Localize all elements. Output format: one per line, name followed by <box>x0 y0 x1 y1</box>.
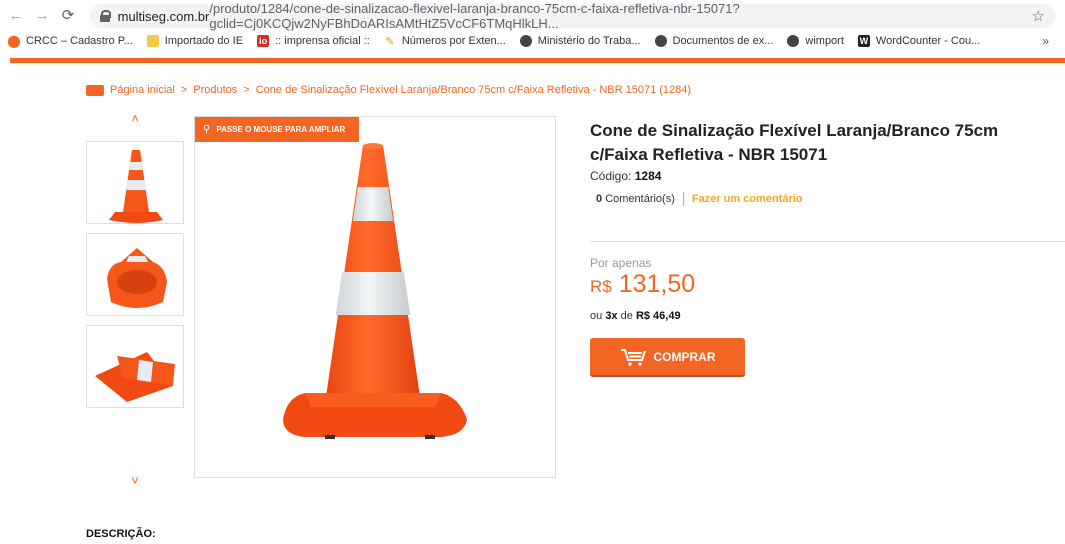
reload-icon[interactable]: ⟳ <box>58 5 78 25</box>
url-path: /produto/1284/cone-de-sinalizacao-flexiv… <box>209 1 740 31</box>
thumbnails-down-icon[interactable]: ˅ <box>86 470 184 490</box>
breadcrumb-current: Cone de Sinalização Flexível Laranja/Bra… <box>255 84 692 96</box>
breadcrumb-home[interactable]: Página inicial <box>110 84 175 96</box>
comments-count: 0 <box>596 193 603 205</box>
flag-icon: ⬤ <box>7 34 21 48</box>
bookmark-label: WordCounter - Cou... <box>875 35 981 47</box>
globe-icon <box>654 35 667 47</box>
buy-button-label: COMPRAR <box>653 349 716 364</box>
address-bar[interactable]: multiseg.com.br/produto/1284/cone-de-sin… <box>90 1 1055 31</box>
globe-icon <box>787 35 800 47</box>
bookmark-numeros[interactable]: ✎ Números por Exten... <box>383 35 506 48</box>
bookmark-ministerio[interactable]: Ministério do Traba... <box>519 35 641 47</box>
bookmark-label: Números por Exten... <box>401 35 506 47</box>
bookmark-label: CRCC – Cadastro P... <box>26 35 133 47</box>
globe-icon <box>519 35 532 47</box>
installments: ou 3x de R$ 46,49 <box>590 310 681 322</box>
bookmark-wordcounter[interactable]: W WordCounter - Cou... <box>857 35 981 47</box>
product-code-label: Código: <box>590 169 632 183</box>
browser-toolbar: ← → ⟳ multiseg.com.br/produto/1284/cone-… <box>0 0 1065 31</box>
thumbnail-2[interactable] <box>86 233 184 316</box>
product-price: R$ 131,50 <box>590 270 695 299</box>
buy-button[interactable]: COMPRAR <box>590 338 745 375</box>
breadcrumb: Página inicial > Produtos > Cone de Sina… <box>86 84 691 96</box>
breadcrumb-separator: > <box>243 84 250 96</box>
cone-thumbnail-bottom <box>107 248 167 308</box>
thumbnails-up-icon[interactable]: ˄ <box>86 108 184 128</box>
cone-thumbnail-lying <box>95 352 175 402</box>
comments-label[interactable]: Comentário(s) <box>605 193 675 205</box>
product-title: Cone de Sinalização Flexível Laranja/Bra… <box>590 121 999 164</box>
price-value: 131,50 <box>618 270 696 298</box>
price-currency: R$ <box>590 277 612 296</box>
bookmarks-bar: ⬤ CRCC – Cadastro P... Importado do IE i… <box>0 30 1065 52</box>
cone-thumbnail-front <box>109 150 163 223</box>
main-product-image[interactable]: ⚲ PASSE O MOUSE PARA AMPLIAR <box>194 116 556 478</box>
thumbnail-1[interactable] <box>86 141 184 224</box>
bookmark-documentos[interactable]: Documentos de ex... <box>654 35 774 47</box>
bookmarks-more-button[interactable]: » <box>1042 34 1049 48</box>
product-code: Código: 1284 <box>590 169 661 183</box>
comments-row: 0 Comentário(s) Fazer um comentário <box>596 192 803 206</box>
lock-icon <box>100 10 111 22</box>
bookmark-label: :: imprensa oficial :: <box>275 35 370 47</box>
price-prefix: Por apenas <box>590 256 652 270</box>
folder-icon <box>146 35 159 47</box>
back-icon[interactable]: ← <box>6 5 26 25</box>
divider <box>590 241 1065 242</box>
breadcrumb-products[interactable]: Produtos <box>193 84 237 96</box>
thumbnail-gallery: ˄ ˅ <box>86 108 184 488</box>
bookmark-label: Importado do IE <box>164 35 244 47</box>
bookmark-wimport[interactable]: wimport <box>787 35 844 47</box>
description-heading: DESCRIÇÃO: <box>86 528 156 540</box>
add-comment-link[interactable]: Fazer um comentário <box>692 193 803 205</box>
forward-icon[interactable]: → <box>32 5 52 25</box>
cone-main-picture <box>283 143 467 439</box>
installments-value: R$ 46,49 <box>635 310 681 322</box>
installments-count: 3x <box>605 310 618 322</box>
w-icon: W <box>857 35 870 47</box>
bookmark-label: Documentos de ex... <box>672 35 774 47</box>
star-icon[interactable]: ☆ <box>1032 7 1045 25</box>
url-host: multiseg.com.br <box>117 8 210 24</box>
home-truck-icon <box>86 84 104 96</box>
header-accent-bar <box>10 58 1065 63</box>
bookmark-label: wimport <box>805 35 844 47</box>
installments-prefix: ou <box>590 310 603 322</box>
comments-divider <box>682 192 684 206</box>
breadcrumb-separator: > <box>180 84 188 96</box>
product-code-value: 1284 <box>634 169 662 183</box>
io-icon: io <box>257 35 270 47</box>
bookmark-importado[interactable]: Importado do IE <box>146 35 244 47</box>
installments-mid: de <box>620 310 633 322</box>
bookmark-label: Ministério do Traba... <box>537 35 641 47</box>
bookmark-imprensa[interactable]: io :: imprensa oficial :: <box>257 35 370 47</box>
bookmark-crcc[interactable]: ⬤ CRCC – Cadastro P... <box>7 34 133 48</box>
pencil-icon: ✎ <box>383 35 396 48</box>
cart-icon <box>620 348 646 366</box>
thumbnail-3[interactable] <box>86 325 184 408</box>
